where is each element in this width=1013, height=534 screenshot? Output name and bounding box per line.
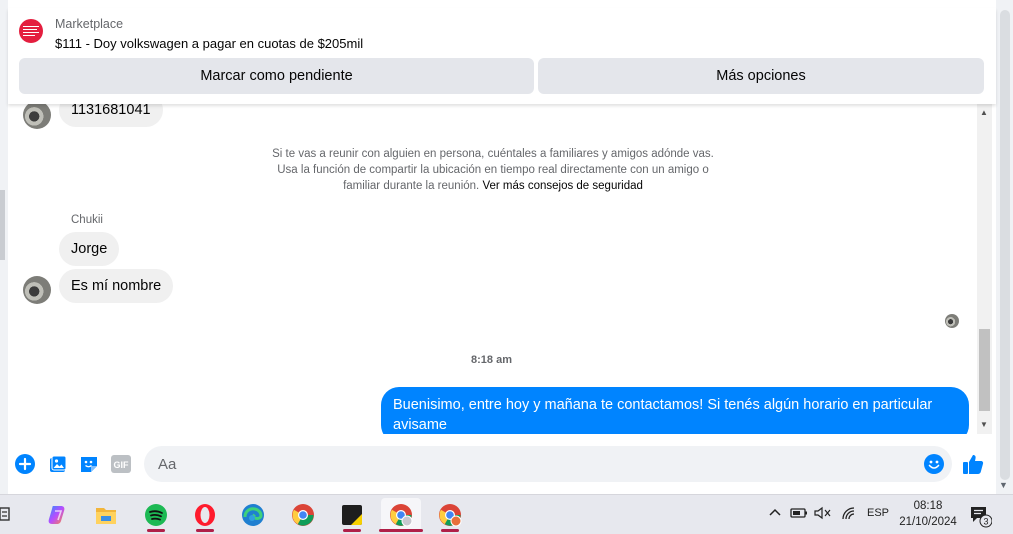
speaker-muted-icon[interactable]	[814, 506, 832, 523]
running-indicator	[147, 529, 165, 532]
chrome-profile-2-icon[interactable]	[430, 498, 470, 532]
page-scroll-marker	[0, 190, 5, 260]
plus-circle-icon[interactable]	[14, 453, 36, 475]
incoming-message[interactable]: 1131681041	[59, 104, 163, 127]
running-indicator	[441, 529, 459, 532]
chat-header: Marketplace $111 - Doy volkswagen a paga…	[8, 8, 996, 104]
screen: ▼ Marketplace $111 - Doy volkswagen a pa…	[0, 0, 1013, 534]
incoming-message[interactable]: Es mí nombre	[59, 269, 174, 303]
copilot-icon[interactable]	[38, 498, 78, 532]
scroll-up-arrow[interactable]: ▲	[980, 108, 988, 117]
sticky-notes-icon[interactable]	[332, 498, 372, 532]
listing-title[interactable]: $111 - Doy volkswagen a pagar en cuotas …	[55, 36, 363, 51]
active-indicator	[379, 529, 423, 532]
file-explorer-icon[interactable]	[86, 498, 126, 532]
contact-avatar[interactable]	[23, 104, 51, 129]
sticker-icon[interactable]	[78, 453, 100, 475]
notification-count: 3	[983, 517, 988, 527]
clock-date: 21/10/2024	[899, 516, 957, 528]
notification-center-icon[interactable]: 3	[968, 504, 993, 528]
message-timestamp: 8:18 am	[471, 354, 512, 366]
outgoing-message[interactable]: Buenisimo, entre hoy y mañana te contact…	[381, 387, 969, 434]
contact-avatar[interactable]	[23, 276, 51, 304]
message-composer: GIF	[8, 440, 996, 488]
clock-time: 08:18	[913, 500, 943, 512]
thumbs-up-icon[interactable]	[962, 453, 984, 475]
mark-pending-button[interactable]: Marcar como pendiente	[19, 58, 534, 94]
wifi-icon[interactable]	[841, 506, 859, 523]
incoming-message[interactable]: Jorge	[59, 232, 120, 266]
safety-tips-link[interactable]: Ver más consejos de seguridad	[482, 180, 642, 192]
chrome-icon[interactable]	[283, 498, 323, 532]
system-clock[interactable]: 08:18 21/10/2024	[895, 498, 961, 530]
more-options-button[interactable]: Más opciones	[538, 58, 984, 94]
conversation-scrollbar-thumb[interactable]	[979, 329, 990, 411]
language-indicator[interactable]: ESP	[867, 507, 889, 519]
seen-receipt-avatar	[945, 314, 959, 328]
chrome-profile-1-icon[interactable]	[379, 498, 423, 532]
spotify-icon[interactable]	[136, 498, 176, 532]
edge-icon[interactable]	[233, 498, 273, 532]
conversation-area: 1131681041 Si te vas a reunir con alguie…	[8, 104, 975, 434]
scroll-down-arrow[interactable]: ▼	[980, 420, 988, 429]
running-indicator	[196, 529, 214, 532]
windows-taskbar: ESP 08:18 21/10/2024 3	[0, 494, 1013, 534]
listing-category: Marketplace	[55, 17, 124, 31]
listing-thumbnail[interactable]	[19, 19, 43, 43]
opera-icon[interactable]	[185, 498, 225, 532]
page-scrollbar-thumb[interactable]	[1000, 10, 1010, 480]
safety-notice: Si te vas a reunir con alguien en person…	[263, 146, 723, 194]
gif-icon[interactable]: GIF	[110, 453, 132, 475]
message-input[interactable]	[144, 446, 952, 482]
page-scroll-down-arrow[interactable]: ▼	[999, 480, 1008, 490]
sender-name: Chukii	[71, 214, 103, 226]
photo-icon[interactable]	[47, 453, 69, 475]
running-indicator	[343, 529, 361, 532]
chevron-up-icon[interactable]	[768, 505, 782, 522]
emoji-icon[interactable]	[923, 453, 945, 475]
conversation-scrollbar[interactable]: ▲ ▼	[977, 104, 992, 434]
gif-label: GIF	[114, 460, 130, 470]
task-view-edge-icon[interactable]	[0, 506, 12, 527]
battery-icon[interactable]	[790, 506, 808, 523]
